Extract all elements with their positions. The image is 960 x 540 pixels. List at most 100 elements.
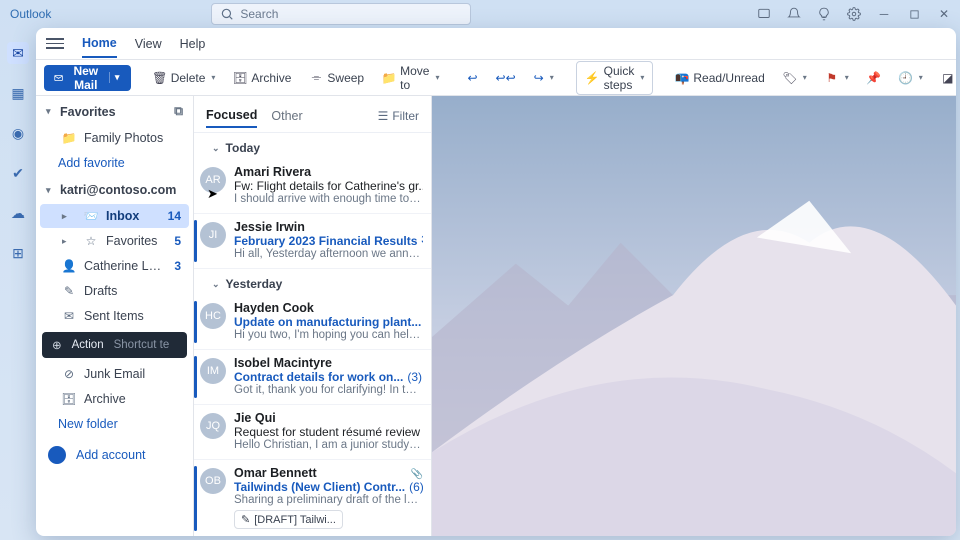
rail-people-icon[interactable]: ◉ — [7, 122, 29, 144]
notifications-icon[interactable] — [786, 6, 802, 22]
sweep-button[interactable]: ⌯Sweep — [303, 68, 370, 88]
search-box[interactable]: Search — [211, 3, 471, 25]
category-button[interactable]: ◪▾ — [935, 68, 956, 88]
minimize-icon[interactable]: ─ — [876, 6, 892, 22]
tab-home[interactable]: Home — [82, 30, 117, 58]
lightbulb-icon[interactable] — [816, 6, 832, 22]
draft-icon: ✎ — [62, 284, 76, 298]
tab-focused[interactable]: Focused — [206, 104, 257, 128]
draft-chip[interactable]: ✎[DRAFT] Tailwi... — [234, 510, 343, 529]
tab-other[interactable]: Other — [271, 105, 302, 127]
archive-button[interactable]: 🗄Archive — [227, 68, 297, 88]
new-mail-button[interactable]: New Mail ▾ — [44, 65, 131, 91]
junk-icon: ⊘ — [62, 367, 76, 381]
folder-family-photos[interactable]: 📁Family Photos — [40, 126, 189, 150]
avatar-placeholder-icon — [48, 446, 66, 464]
layout-icon[interactable]: ⧉ — [174, 104, 183, 119]
reply-all-button[interactable]: ↩↩ — [490, 68, 522, 88]
account-header[interactable]: ▾ katri@contoso.com — [36, 175, 193, 203]
hamburger-icon[interactable] — [46, 38, 64, 49]
trash-icon: 🗑 — [153, 71, 167, 85]
titlebar: Outlook Search ─ ✕ — [0, 0, 960, 28]
present-icon[interactable] — [756, 6, 772, 22]
pin-button[interactable]: 📌 — [861, 68, 887, 88]
forward-button[interactable]: ↪▾ — [528, 68, 560, 88]
tab-help[interactable]: Help — [180, 31, 206, 57]
inbox-icon: 📨 — [84, 209, 98, 223]
new-folder-link[interactable]: New folder — [36, 412, 193, 436]
chevron-right-icon: ▸ — [62, 211, 72, 222]
search-placeholder: Search — [240, 7, 278, 21]
message-preview: Got it, thank you for clarifying! In tha… — [234, 384, 423, 396]
message-preview: Sharing a preliminary draft of the lates… — [234, 494, 423, 506]
maximize-icon[interactable] — [906, 6, 922, 22]
list-header: Focused Other ☰Filter — [194, 96, 431, 133]
chevron-right-icon: ▸ — [62, 236, 72, 247]
message-item[interactable]: OBOmar Bennett📎Tailwinds (New Client) Co… — [194, 460, 431, 536]
search-icon — [220, 7, 234, 21]
shell: Home View Help New Mail ▾ 🗑Delete▾ 🗄Arch… — [36, 28, 956, 536]
favorites-header[interactable]: ▾ Favorites ⧉ — [36, 96, 193, 125]
message-list: Focused Other ☰Filter ⌄Today ARAmari Riv… — [194, 96, 432, 536]
folder-favorites[interactable]: ▸ ☆ Favorites 5 — [40, 229, 189, 253]
tag-button[interactable]: 🏷▾ — [777, 68, 813, 88]
message-item[interactable]: ARAmari RiveraFw: Flight details for Cat… — [194, 159, 431, 214]
folder-junk[interactable]: ⊘Junk Email — [40, 362, 189, 386]
rail-todo-icon[interactable]: ✔ — [7, 162, 29, 184]
settings-icon[interactable] — [846, 6, 862, 22]
rail-more-icon[interactable]: ⊞ — [7, 242, 29, 264]
chevron-down-icon: ⌄ — [212, 279, 220, 290]
background-image — [432, 96, 956, 536]
tag-icon: 🏷 — [783, 71, 797, 85]
message-subject: February 2023 Financial Results — [234, 234, 417, 248]
action-pill[interactable]: ⊕ Action Shortcut te — [42, 332, 187, 358]
read-unread-button[interactable]: 📭Read/Unread — [669, 68, 770, 88]
message-subject: Request for student résumé review — [234, 425, 420, 439]
add-favorite-link[interactable]: Add favorite — [36, 151, 193, 175]
avatar: HC — [200, 303, 226, 329]
filter-button[interactable]: ☰Filter — [378, 109, 419, 123]
folder-inbox[interactable]: ▸ 📨 Inbox 14 — [40, 204, 189, 228]
folder-archive[interactable]: 🗄Archive — [40, 387, 189, 411]
delete-button[interactable]: 🗑Delete▾ — [147, 68, 222, 88]
sent-icon: ✉ — [62, 309, 76, 323]
message-item[interactable]: IMIsobel MacintyreContract details for w… — [194, 350, 431, 405]
attachment-icon: 📎 — [411, 469, 423, 480]
message-preview: I should arrive with enough time to atte… — [234, 193, 423, 205]
close-icon[interactable]: ✕ — [936, 6, 952, 22]
folder-sent[interactable]: ✉Sent Items — [40, 304, 189, 328]
message-preview: Hi all, Yesterday afternoon we announced… — [234, 248, 423, 260]
add-account-link[interactable]: Add account — [36, 436, 193, 474]
group-today[interactable]: ⌄Today — [194, 133, 431, 159]
ribbon: New Mail ▾ 🗑Delete▾ 🗄Archive ⌯Sweep 📁Mov… — [36, 60, 956, 96]
cursor-icon: ➤ — [207, 186, 218, 202]
rail-files-icon[interactable]: ☁ — [7, 202, 29, 224]
chevron-down-icon[interactable]: ▾ — [109, 72, 121, 83]
message-item[interactable]: JQJie QuiRequest for student résumé revi… — [194, 405, 431, 460]
message-from: Omar Bennett — [234, 466, 411, 480]
category-icon: ◪ — [941, 71, 955, 85]
avatar: JI — [200, 222, 226, 248]
pin-icon: 📌 — [867, 71, 881, 85]
quick-steps-button[interactable]: ⚡Quick steps▾ — [576, 61, 654, 95]
flag-button[interactable]: ⚑▾ — [819, 68, 855, 88]
group-yesterday[interactable]: ⌄Yesterday — [194, 269, 431, 295]
message-item[interactable]: HCHayden CookUpdate on manufacturing pla… — [194, 295, 431, 350]
sweep-icon: ⌯ — [309, 71, 323, 85]
folder-drafts[interactable]: ✎Drafts — [40, 279, 189, 303]
snooze-button[interactable]: 🕘▾ — [893, 68, 929, 88]
reply-button[interactable]: ↩ — [461, 68, 483, 88]
window-controls: ─ ✕ — [756, 6, 952, 22]
message-from: Amari Rivera — [234, 165, 423, 179]
folder-nav: ▾ Favorites ⧉ 📁Family Photos Add favorit… — [36, 96, 194, 536]
folder-icon: 📁 — [62, 131, 76, 145]
folder-catherine[interactable]: 👤 Catherine Lanco... 3 — [40, 254, 189, 278]
move-to-button[interactable]: 📁Move to▾ — [376, 61, 445, 95]
draft-icon: ✎ — [241, 513, 250, 526]
rail-mail-icon[interactable]: ✉ — [7, 42, 29, 64]
folder-move-icon: 📁 — [382, 71, 396, 85]
rail-calendar-icon[interactable]: ▦ — [7, 82, 29, 104]
action-icon: ⊕ — [52, 338, 62, 352]
tab-view[interactable]: View — [135, 31, 162, 57]
message-item[interactable]: JIJessie IrwinFebruary 2023 Financial Re… — [194, 214, 431, 269]
